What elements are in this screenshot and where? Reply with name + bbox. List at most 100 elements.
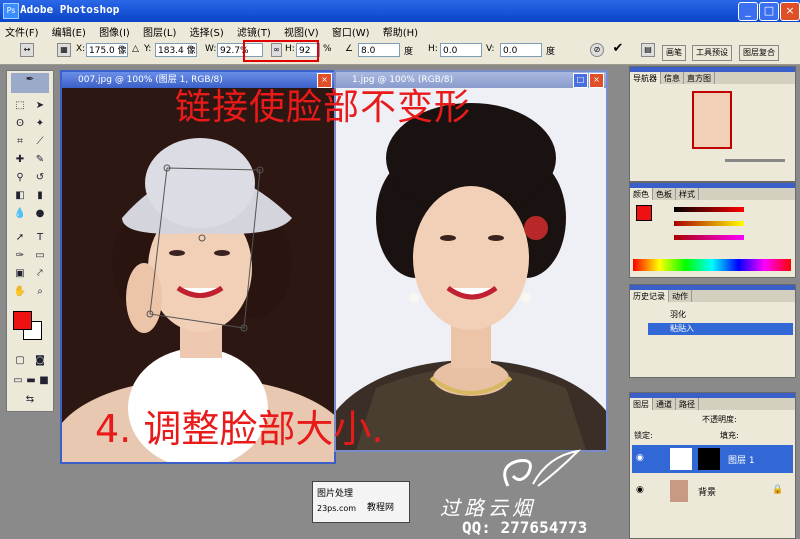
clone-stamp-icon[interactable]: ⚲ (12, 171, 28, 185)
tab-layers[interactable]: 图层 (630, 398, 653, 410)
menu-bar: 文件(F) 编辑(E) 图像(I) 图层(L) 选择(S) 滤镜(T) 视图(V… (0, 22, 800, 39)
history-item-paste-into[interactable]: 粘贴入 (648, 323, 793, 335)
marquee-tool-icon[interactable]: ⬚ (12, 99, 28, 113)
well-brushes[interactable]: 画笔 (662, 45, 686, 61)
eyedropper-tool-icon[interactable]: ⤤ (32, 267, 48, 281)
history-item-feather[interactable]: 羽化 (648, 309, 793, 321)
dodge-tool-icon[interactable]: ● (32, 207, 48, 221)
history-palette: 历史记录 动作 羽化 粘贴入 (629, 284, 796, 378)
navigator-thumbnail[interactable] (692, 91, 732, 149)
degree-label-2: 度 (546, 47, 556, 57)
crop-tool-icon[interactable]: ⌗ (12, 135, 28, 149)
vskew-field[interactable]: 0.0 (500, 43, 542, 57)
layer-1-name: 图层 1 (728, 456, 755, 466)
y-label: Y: (144, 44, 152, 54)
red-slider[interactable] (674, 207, 744, 212)
angle-icon: ∠ (345, 44, 354, 54)
zoom-tool-icon[interactable]: ⌕ (32, 285, 48, 299)
photoshop-app-icon: Ps (3, 3, 19, 19)
y-field[interactable]: 183.4 像 (155, 43, 197, 57)
gradient-tool-icon[interactable]: ▮ (32, 189, 48, 203)
move-tool-icon[interactable]: ➤ (32, 99, 48, 113)
type-tool-icon[interactable]: T (32, 231, 48, 245)
lasso-tool-icon[interactable]: ʘ (12, 117, 28, 131)
menu-file[interactable]: 文件(F) (0, 22, 44, 39)
imageready-icon[interactable]: ⇆ (12, 393, 48, 407)
tab-histogram[interactable]: 直方图 (684, 72, 715, 84)
background-visibility-icon[interactable]: ◉ (636, 485, 644, 495)
angle-field[interactable]: 8.0 (358, 43, 400, 57)
pen-tool-icon[interactable]: ✑ (12, 249, 28, 263)
x-field[interactable]: 175.0 像 (86, 43, 128, 57)
menu-edit[interactable]: 编辑(E) (47, 22, 91, 39)
title-bar: Ps Adobe Photoshop _ □ × (0, 0, 800, 22)
notes-tool-icon[interactable]: ▣ (12, 267, 28, 281)
tab-history[interactable]: 历史记录 (630, 290, 669, 302)
menu-layer[interactable]: 图层(L) (138, 22, 181, 39)
layer-visibility-icon[interactable]: ◉ (636, 453, 644, 463)
doc2-maximize-button[interactable]: □ (573, 73, 588, 88)
maximize-button[interactable]: □ (759, 2, 779, 21)
tab-info[interactable]: 信息 (661, 72, 684, 84)
screen-mode-3-icon[interactable]: ■ (36, 374, 52, 388)
brush-tool-icon[interactable]: ✎ (32, 153, 48, 167)
foreground-color-swatch[interactable] (13, 311, 32, 330)
layer-row-background[interactable]: ◉ 背景 🔒 (632, 477, 793, 505)
green-slider[interactable] (674, 221, 744, 226)
well-layer-comps[interactable]: 图层复合 (739, 45, 779, 61)
doc2-close-button[interactable]: × (589, 73, 604, 88)
transform-tool-icon[interactable]: ↔ (20, 43, 34, 57)
watermark-signature: 过路云烟 (440, 496, 536, 520)
menu-view[interactable]: 视图(V) (279, 22, 324, 39)
commit-transform-icon[interactable]: ✔ (611, 42, 625, 57)
color-ramp[interactable] (633, 259, 791, 271)
watermark-qq: QQ: 277654773 (462, 518, 588, 537)
minimize-button[interactable]: _ (738, 2, 758, 21)
tab-swatches[interactable]: 色板 (653, 188, 676, 200)
menu-help[interactable]: 帮助(H) (378, 22, 423, 39)
menu-image[interactable]: 图像(I) (94, 22, 135, 39)
tab-channels[interactable]: 通道 (653, 398, 676, 410)
blue-slider[interactable] (674, 235, 744, 240)
menu-window[interactable]: 窗口(W) (327, 22, 375, 39)
slice-tool-icon[interactable]: ⟋ (32, 135, 48, 149)
layer-1-mask (698, 448, 720, 470)
layer-row-1[interactable]: ◉ 图层 1 (632, 445, 793, 473)
vskew-label: V: (486, 44, 495, 54)
navigator-palette: 导航器 信息 直方图 (629, 66, 796, 182)
cancel-transform-icon[interactable]: ⊘ (590, 43, 604, 57)
path-selection-icon[interactable]: ➚ (12, 231, 28, 245)
close-button[interactable]: × (780, 2, 800, 21)
tab-paths[interactable]: 路径 (676, 398, 699, 410)
tab-styles[interactable]: 样式 (676, 188, 699, 200)
window-title: Adobe Photoshop (20, 3, 120, 16)
degree-label-1: 度 (404, 47, 414, 57)
file-browser-icon[interactable]: ▤ (641, 43, 655, 57)
standard-mode-icon[interactable]: ▢ (12, 354, 28, 368)
quick-mask-icon[interactable]: ◙ (32, 354, 48, 368)
tab-navigator[interactable]: 导航器 (630, 72, 661, 84)
annotation-bottom: 4. 调整脸部大小. (95, 407, 384, 451)
well-tool-presets[interactable]: 工具预设 (692, 45, 732, 61)
annotation-top: 链接使脸部不变形 (175, 87, 472, 128)
magic-wand-tool-icon[interactable]: ✦ (32, 117, 48, 131)
watermark-box-line1: 图片处理 (317, 489, 354, 499)
opacity-label: 不透明度: (702, 415, 737, 424)
eraser-tool-icon[interactable]: ◧ (12, 189, 28, 203)
background-layer-name: 背景 (698, 488, 717, 498)
menu-select[interactable]: 选择(S) (185, 22, 229, 39)
menu-filter[interactable]: 滤镜(T) (232, 22, 276, 39)
color-fg-swatch[interactable] (636, 205, 652, 221)
shape-tool-icon[interactable]: ▭ (32, 249, 48, 263)
color-palette: 颜色 色板 样式 (629, 182, 796, 278)
healing-brush-icon[interactable]: ✚ (12, 153, 28, 167)
history-brush-icon[interactable]: ↺ (32, 171, 48, 185)
tab-actions[interactable]: 动作 (669, 290, 692, 302)
tab-color[interactable]: 颜色 (630, 188, 653, 200)
blur-tool-icon[interactable]: 💧 (12, 207, 28, 221)
lock-label: 锁定: (634, 431, 653, 440)
reference-point-icon[interactable]: ▦ (57, 43, 71, 57)
hand-tool-icon[interactable]: ✋ (12, 285, 28, 299)
navigator-zoom-slider[interactable] (725, 159, 785, 162)
hskew-field[interactable]: 0.0 (440, 43, 482, 57)
